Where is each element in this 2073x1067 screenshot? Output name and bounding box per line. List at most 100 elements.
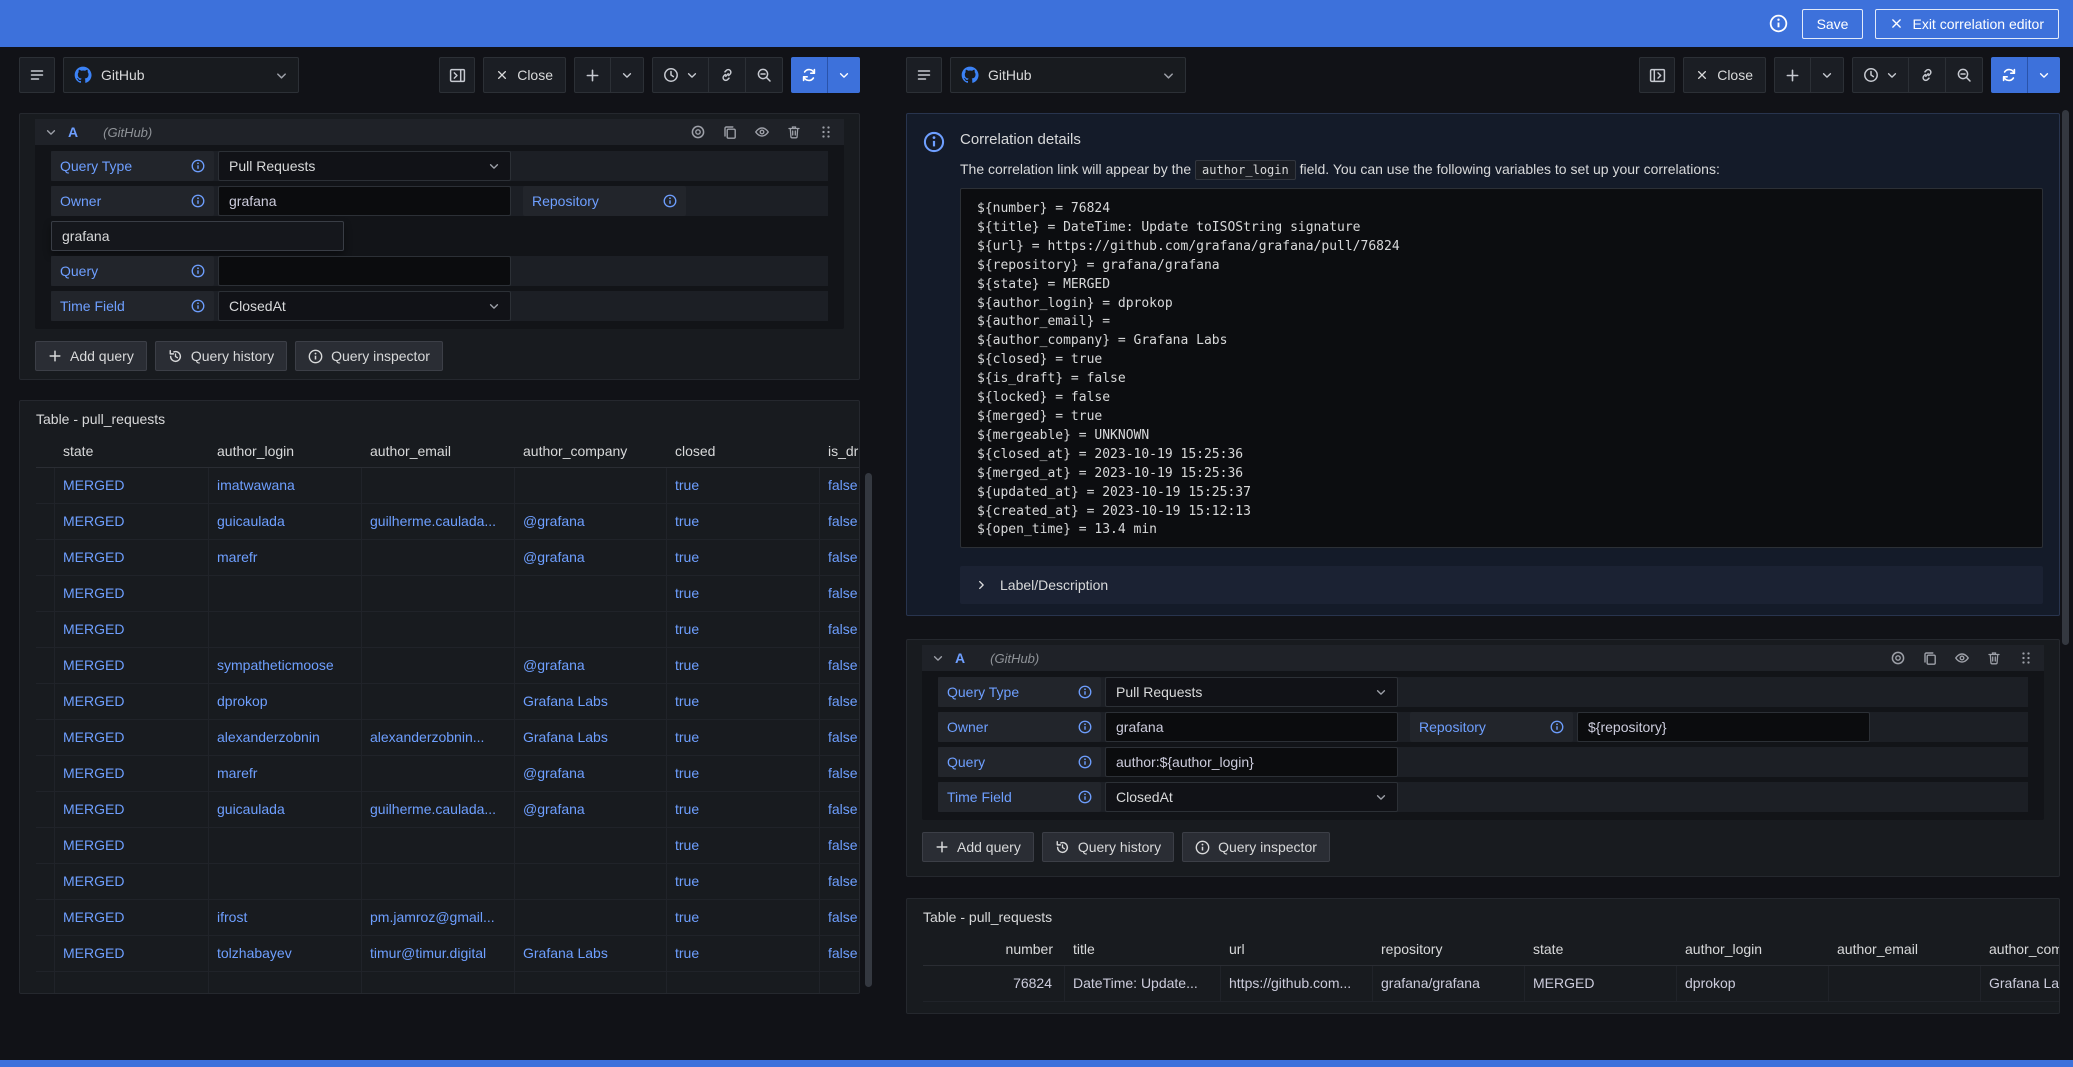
- table-cell[interactable]: false: [820, 828, 859, 864]
- table-cell[interactable]: false: [820, 756, 859, 792]
- refresh-button[interactable]: [1991, 57, 2027, 93]
- table-cell[interactable]: marefr: [209, 540, 362, 576]
- column-header[interactable]: is_dra: [820, 436, 859, 468]
- column-header[interactable]: title: [1065, 934, 1221, 966]
- info-icon[interactable]: [1078, 755, 1092, 769]
- table-cell[interactable]: true: [667, 684, 820, 720]
- add-button[interactable]: [575, 58, 610, 92]
- table-cell[interactable]: dprokop: [209, 684, 362, 720]
- table-cell[interactable]: imatwawana: [209, 468, 362, 504]
- column-header[interactable]: author_company: [515, 436, 667, 468]
- add-dropdown-toggle[interactable]: [1810, 58, 1843, 92]
- menu-button[interactable]: [19, 57, 55, 93]
- info-icon[interactable]: [1768, 13, 1790, 35]
- column-header[interactable]: state: [55, 436, 209, 468]
- table-cell[interactable]: true: [667, 936, 820, 972]
- table-cell[interactable]: true: [667, 792, 820, 828]
- owner-input[interactable]: [1105, 712, 1398, 742]
- move-panel-button[interactable]: [1639, 57, 1675, 93]
- duplicate-query-icon[interactable]: [1922, 650, 1938, 666]
- column-header[interactable]: author_login: [209, 436, 362, 468]
- remove-query-icon[interactable]: [1986, 650, 2002, 666]
- table-cell[interactable]: true: [667, 612, 820, 648]
- repository-suggestion-option[interactable]: grafana: [51, 221, 344, 251]
- refresh-button[interactable]: [791, 57, 827, 93]
- drag-handle-icon[interactable]: [2018, 650, 2034, 666]
- table-cell[interactable]: false: [820, 684, 859, 720]
- label-description-collapse[interactable]: Label/Description: [960, 566, 2043, 604]
- close-panel-button[interactable]: Close: [1683, 57, 1766, 93]
- query-row-header[interactable]: A (GitHub): [922, 645, 2044, 671]
- table-cell[interactable]: guicaulada: [209, 504, 362, 540]
- zoom-out-button[interactable]: [1945, 58, 1982, 92]
- table-cell[interactable]: MERGED: [55, 900, 209, 936]
- add-query-button[interactable]: Add query: [922, 832, 1034, 862]
- refresh-dropdown-toggle[interactable]: [827, 57, 860, 93]
- table-cell[interactable]: MERGED: [55, 864, 209, 900]
- query-inspector-button[interactable]: Query inspector: [1182, 832, 1330, 862]
- table-cell[interactable]: true: [667, 756, 820, 792]
- duplicate-query-icon[interactable]: [722, 124, 738, 140]
- query-history-button[interactable]: Query history: [1042, 832, 1174, 862]
- time-picker-button[interactable]: [653, 58, 708, 92]
- table-cell[interactable]: true: [667, 576, 820, 612]
- time-field-select[interactable]: ClosedAt: [218, 291, 511, 321]
- drag-handle-icon[interactable]: [818, 124, 834, 140]
- table-cell[interactable]: true: [667, 720, 820, 756]
- info-icon[interactable]: [663, 194, 677, 208]
- info-icon[interactable]: [1078, 790, 1092, 804]
- info-icon[interactable]: [191, 159, 205, 173]
- query-inspector-button[interactable]: Query inspector: [295, 341, 443, 371]
- info-icon[interactable]: [191, 194, 205, 208]
- query-row-header[interactable]: A (GitHub): [35, 119, 844, 145]
- column-header[interactable]: closed: [667, 436, 820, 468]
- table-cell[interactable]: false: [820, 900, 859, 936]
- info-icon[interactable]: [191, 264, 205, 278]
- time-field-select[interactable]: ClosedAt: [1105, 782, 1398, 812]
- table-cell[interactable]: alexanderzobnin...: [362, 720, 515, 756]
- query-type-select[interactable]: Pull Requests: [1105, 677, 1398, 707]
- table-cell[interactable]: sympatheticmoose: [209, 648, 362, 684]
- column-header[interactable]: author_login: [1677, 934, 1829, 966]
- table-cell[interactable]: marefr: [209, 756, 362, 792]
- column-header[interactable]: author_email: [1829, 934, 1981, 966]
- add-dropdown-toggle[interactable]: [610, 58, 643, 92]
- hide-query-icon[interactable]: [1954, 650, 1970, 666]
- column-header[interactable]: number: [923, 934, 1065, 966]
- query-history-button[interactable]: Query history: [155, 341, 287, 371]
- table-cell[interactable]: MERGED: [55, 684, 209, 720]
- table-cell[interactable]: false: [820, 468, 859, 504]
- table-cell[interactable]: @grafana: [515, 540, 667, 576]
- copy-link-button[interactable]: [708, 58, 745, 92]
- table-cell[interactable]: MERGED: [55, 720, 209, 756]
- table-cell[interactable]: true: [667, 540, 820, 576]
- table-cell[interactable]: Grafana Labs: [515, 684, 667, 720]
- datasource-picker[interactable]: GitHub: [950, 57, 1186, 93]
- table-cell[interactable]: MERGED: [55, 648, 209, 684]
- table-cell[interactable]: false: [820, 576, 859, 612]
- table-cell[interactable]: @grafana: [515, 792, 667, 828]
- time-picker-button[interactable]: [1853, 58, 1908, 92]
- query-type-select[interactable]: Pull Requests: [218, 151, 511, 181]
- table-cell[interactable]: guilherme.caulada...: [362, 792, 515, 828]
- refresh-dropdown-toggle[interactable]: [2027, 57, 2060, 93]
- info-icon[interactable]: [191, 299, 205, 313]
- add-query-button[interactable]: Add query: [35, 341, 147, 371]
- table-cell[interactable]: MERGED: [55, 936, 209, 972]
- table-cell[interactable]: Grafana Labs: [515, 720, 667, 756]
- remove-query-icon[interactable]: [786, 124, 802, 140]
- table-cell[interactable]: @grafana: [515, 756, 667, 792]
- copy-link-button[interactable]: [1908, 58, 1945, 92]
- repository-input[interactable]: [1577, 712, 1870, 742]
- left-pane-scrollbar[interactable]: [865, 473, 872, 987]
- table-cell[interactable]: tolzhabayev: [209, 936, 362, 972]
- table-cell[interactable]: false: [820, 612, 859, 648]
- table-cell[interactable]: pm.jamroz@gmail...: [362, 900, 515, 936]
- table-cell[interactable]: true: [667, 504, 820, 540]
- help-icon[interactable]: [1890, 650, 1906, 666]
- menu-button[interactable]: [906, 57, 942, 93]
- column-header[interactable]: state: [1525, 934, 1677, 966]
- exit-correlation-editor-button[interactable]: Exit correlation editor: [1875, 9, 2059, 39]
- table-cell[interactable]: @grafana: [515, 648, 667, 684]
- add-button[interactable]: [1775, 58, 1810, 92]
